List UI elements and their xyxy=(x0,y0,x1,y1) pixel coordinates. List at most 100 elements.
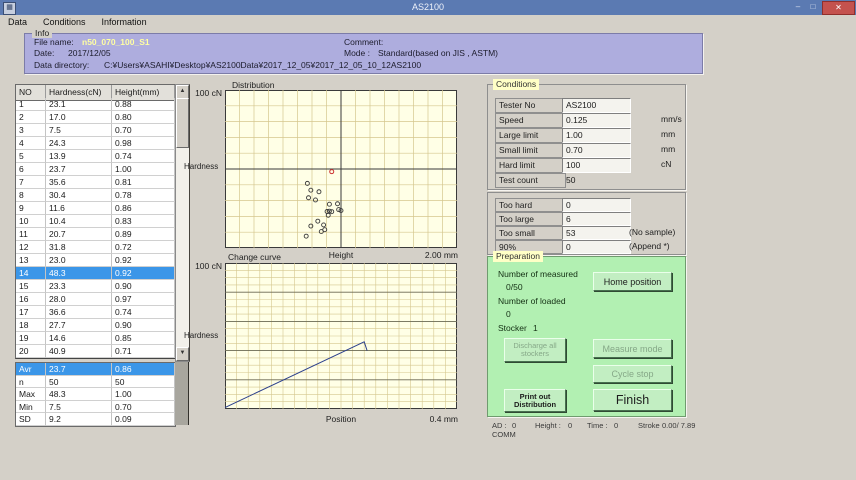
scroll-thumb[interactable] xyxy=(176,98,189,148)
conditions-panel: Tester No AS2100 Speed 0.125 mm/s Large limit… xyxy=(487,84,686,190)
distribution-plot xyxy=(225,90,457,248)
table-cell[interactable]: 23.1 xyxy=(46,98,112,111)
measure-mode-button[interactable]: Measure mode xyxy=(593,339,672,358)
table-cell[interactable]: 1.00 xyxy=(112,163,175,176)
condition-value[interactable]: 100 xyxy=(562,158,631,173)
table-cell[interactable]: 23.3 xyxy=(46,280,112,293)
table-cell[interactable]: 8 xyxy=(16,189,46,202)
menu-item-data[interactable]: Data xyxy=(8,17,27,27)
home-position-button[interactable]: Home position xyxy=(593,272,672,291)
table-cell[interactable]: 40.9 xyxy=(46,345,112,358)
table-cell[interactable]: 5 xyxy=(16,150,46,163)
table-cell[interactable]: 0.92 xyxy=(112,254,175,267)
table-cell[interactable]: 1 xyxy=(16,98,46,111)
menu-bar: Data Conditions Information xyxy=(0,15,856,29)
table-cell[interactable]: 18 xyxy=(16,319,46,332)
limit-label: Too hard xyxy=(495,198,566,212)
close-button[interactable]: ✕ xyxy=(822,1,855,15)
print-out-distribution-button[interactable]: Print out Distribution xyxy=(504,389,566,412)
limits-panel: Too hard 0 Too large 6 Too small 53 (No sample… xyxy=(487,192,686,255)
table-cell[interactable]: 0.70 xyxy=(112,124,175,137)
table-cell[interactable]: 0.74 xyxy=(112,306,175,319)
table-cell[interactable]: 35.6 xyxy=(46,176,112,189)
table-cell[interactable]: 0.92 xyxy=(112,267,175,280)
conditions-caption: Conditions xyxy=(493,79,540,90)
table-cell[interactable]: 13 xyxy=(16,254,46,267)
cycle-stop-button[interactable]: Cycle stop xyxy=(593,365,672,383)
table-cell[interactable]: 24.3 xyxy=(46,137,112,150)
table-cell[interactable]: 17.0 xyxy=(46,111,112,124)
table-cell[interactable]: 11 xyxy=(16,228,46,241)
table-cell[interactable]: 23.0 xyxy=(46,254,112,267)
distribution-ymax-label: 100 cN xyxy=(195,88,222,98)
distribution-title: Distribution xyxy=(232,80,275,90)
table-cell[interactable]: 0.89 xyxy=(112,228,175,241)
table-cell[interactable]: 7.5 xyxy=(46,124,112,137)
table-cell[interactable]: 13.9 xyxy=(46,150,112,163)
table-cell[interactable]: 0.81 xyxy=(112,176,175,189)
table-cell[interactable]: 0.72 xyxy=(112,241,175,254)
condition-value[interactable]: 0.125 xyxy=(562,113,631,128)
finish-button[interactable]: Finish xyxy=(593,389,672,411)
menu-item-information[interactable]: Information xyxy=(102,17,147,27)
table-cell[interactable]: 16 xyxy=(16,293,46,306)
comment-label: Comment: xyxy=(344,37,384,47)
condition-value[interactable]: 50 xyxy=(562,173,631,188)
table-cell[interactable]: 14 xyxy=(16,267,46,280)
stocker-value: 1 xyxy=(533,323,538,333)
table-cell[interactable]: 19 xyxy=(16,332,46,345)
table-cell[interactable]: 0.98 xyxy=(112,137,175,150)
table-scrollbar[interactable]: ▲ ▼ xyxy=(175,84,190,362)
table-cell[interactable]: 0.74 xyxy=(112,150,175,163)
minimize-button[interactable]: – xyxy=(791,1,805,13)
table-cell[interactable]: 0.88 xyxy=(112,98,175,111)
data-directory-label: Data directory: xyxy=(34,60,90,70)
table-cell[interactable]: 28.0 xyxy=(46,293,112,306)
table-cell[interactable]: 6 xyxy=(16,163,46,176)
table-cell[interactable]: 0.78 xyxy=(112,189,175,202)
condition-value[interactable]: 1.00 xyxy=(562,128,631,143)
scroll-down-icon[interactable]: ▼ xyxy=(176,347,189,361)
table-cell[interactable]: 9 xyxy=(16,202,46,215)
table-cell[interactable]: 30.4 xyxy=(46,189,112,202)
table-cell[interactable]: 7 xyxy=(16,176,46,189)
table-cell[interactable]: 0.85 xyxy=(112,332,175,345)
table-cell[interactable]: 31.8 xyxy=(46,241,112,254)
condition-label: Tester No xyxy=(495,98,566,113)
condition-value[interactable]: 0.70 xyxy=(562,143,631,158)
condition-value[interactable]: AS2100 xyxy=(562,98,631,113)
summary-cell: 0.86 xyxy=(112,363,175,376)
table-cell[interactable]: 10 xyxy=(16,215,46,228)
table-cell[interactable]: 3 xyxy=(16,124,46,137)
distribution-xmax-label: 2.00 mm xyxy=(424,250,458,260)
table-cell[interactable]: 2 xyxy=(16,111,46,124)
table-cell[interactable]: 36.6 xyxy=(46,306,112,319)
table-cell[interactable]: 48.3 xyxy=(46,267,112,280)
table-cell[interactable]: 14.6 xyxy=(46,332,112,345)
table-cell[interactable]: 0.90 xyxy=(112,319,175,332)
menu-item-conditions[interactable]: Conditions xyxy=(43,17,86,27)
table-cell[interactable]: 0.80 xyxy=(112,111,175,124)
table-cell[interactable]: 0.90 xyxy=(112,280,175,293)
table-cell[interactable]: 10.4 xyxy=(46,215,112,228)
table-cell[interactable]: 15 xyxy=(16,280,46,293)
table-cell[interactable]: 23.7 xyxy=(46,163,112,176)
title-bar[interactable]: ▦ AS2100 – □ ✕ xyxy=(0,0,856,15)
discharge-all-stockers-button[interactable]: Discharge all stockers xyxy=(504,338,566,362)
table-cell[interactable]: 12 xyxy=(16,241,46,254)
table-cell[interactable]: 0.71 xyxy=(112,345,175,358)
summary-cell: Min xyxy=(16,400,46,413)
change-curve-title: Change curve xyxy=(228,252,281,262)
summary-cell: 23.7 xyxy=(46,363,112,376)
table-cell[interactable]: 20 xyxy=(16,345,46,358)
table-cell[interactable]: 20.7 xyxy=(46,228,112,241)
table-cell[interactable]: 11.6 xyxy=(46,202,112,215)
table-cell[interactable]: 4 xyxy=(16,137,46,150)
table-cell[interactable]: 0.83 xyxy=(112,215,175,228)
table-cell[interactable]: 27.7 xyxy=(46,319,112,332)
loaded-value: 0 xyxy=(506,309,511,319)
table-cell[interactable]: 0.97 xyxy=(112,293,175,306)
table-cell[interactable]: 0.86 xyxy=(112,202,175,215)
table-cell[interactable]: 17 xyxy=(16,306,46,319)
maximize-button[interactable]: □ xyxy=(806,1,820,13)
